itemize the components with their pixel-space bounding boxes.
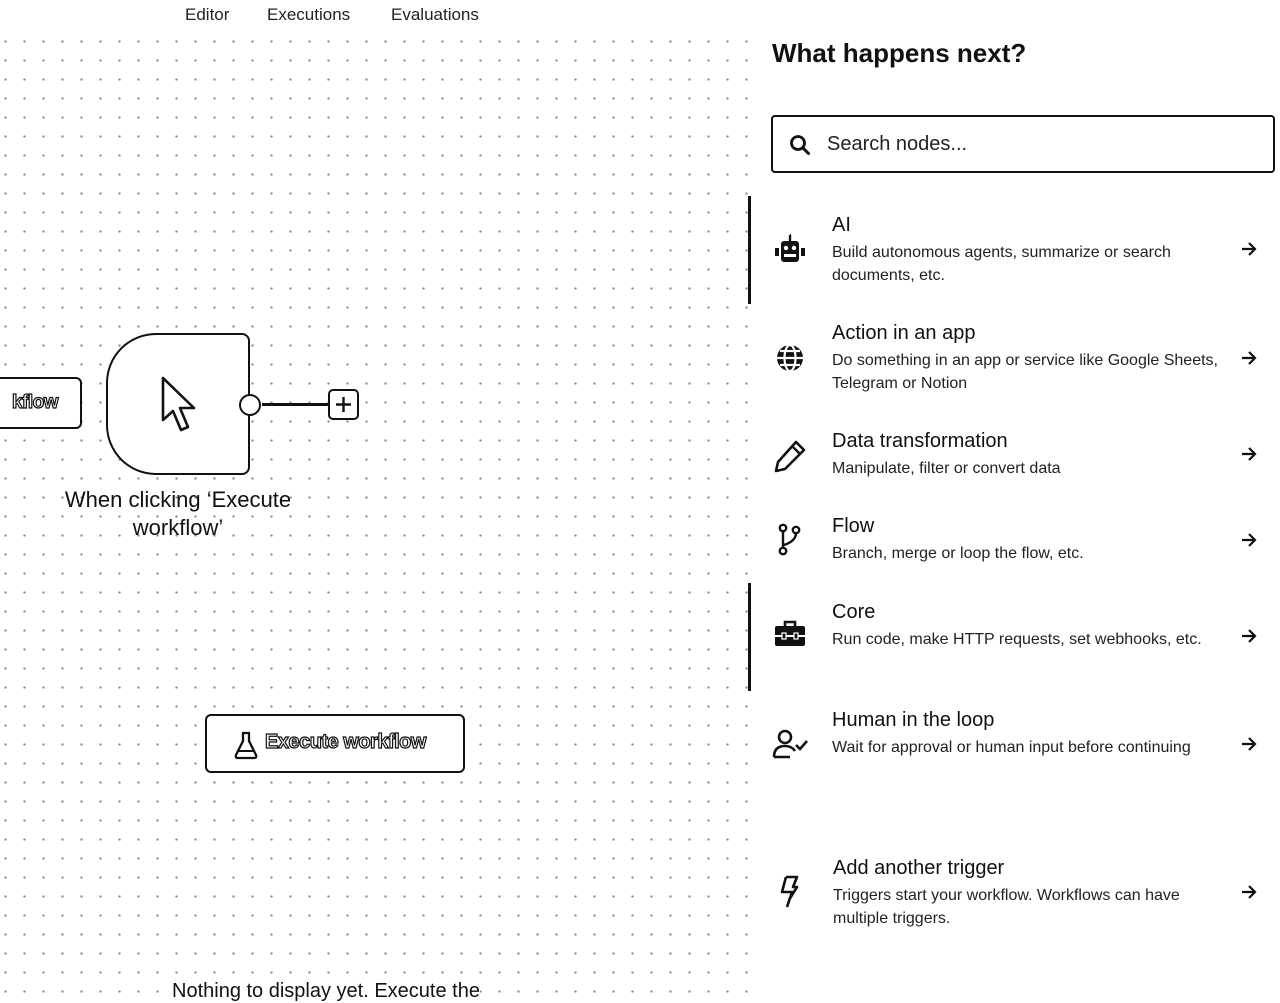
arrow-right-icon [1242, 351, 1257, 365]
output-handle[interactable] [239, 394, 261, 416]
tab-evaluations[interactable]: Evaluations [391, 5, 479, 25]
bolt-icon [780, 875, 799, 908]
category-title: Core [832, 601, 876, 623]
category-core-bar [748, 583, 751, 691]
category-title: AI [832, 214, 851, 236]
category-action-in-app[interactable]: Action in an app Do something in an app … [750, 322, 1280, 402]
trigger-node-label: When clicking ‘Execute workflow’ [64, 487, 292, 540]
category-core[interactable]: Core Run code, make HTTP requests, set w… [748, 583, 1280, 691]
panel-title: What happens next? [772, 38, 1027, 68]
category-description: Run code, make HTTP requests, set webhoo… [832, 631, 1202, 648]
trigger-title: Add another trigger [833, 857, 1005, 879]
user-check-icon [772, 729, 808, 759]
arrow-right-icon [1242, 885, 1257, 899]
category-ai-bar [748, 196, 751, 304]
arrow-right-icon [1242, 629, 1257, 643]
execute-workflow-label: Execute workflow [264, 730, 427, 753]
search-input[interactable] [827, 129, 1257, 159]
flask-icon [234, 731, 258, 760]
execute-workflow-button[interactable]: Execute workflow [205, 714, 465, 773]
partial-node[interactable]: kflow [0, 377, 82, 429]
arrow-right-icon [1242, 447, 1257, 461]
add-another-trigger[interactable]: Add another trigger Triggers start your … [750, 857, 1280, 937]
trigger-description: Triggers start your workflow. Workflows … [833, 887, 1180, 927]
workflow-tabs: Editor Executions Evaluations [0, 0, 740, 30]
category-title: Action in an app [832, 322, 976, 344]
connector-line [262, 403, 330, 406]
category-title: Human in the loop [832, 709, 995, 731]
arrow-right-icon [1242, 242, 1257, 256]
category-description: Branch, merge or loop the flow, etc. [832, 545, 1084, 562]
search-icon [790, 135, 810, 155]
category-description: Manipulate, filter or convert data [832, 460, 1061, 477]
category-description: Wait for approval or human input before … [832, 739, 1191, 756]
pen-icon [774, 440, 806, 473]
empty-output-message: Nothing to display yet. Execute the [172, 980, 480, 1003]
cursor-icon [161, 376, 196, 432]
code-branch-icon [778, 523, 801, 556]
toolbox-icon [775, 620, 805, 646]
category-description: Do something in an app or service like G… [832, 352, 1218, 392]
manual-trigger-node[interactable] [106, 333, 250, 475]
arrow-right-icon [1242, 737, 1257, 751]
robot-icon [775, 234, 805, 262]
category-title: Data transformation [832, 430, 1008, 452]
arrow-right-icon [1242, 533, 1257, 547]
category-description: Build autonomous agents, summarize or se… [832, 244, 1171, 284]
add-node-button[interactable] [328, 389, 359, 420]
search-box[interactable] [771, 115, 1275, 173]
tab-executions[interactable]: Executions [267, 5, 350, 25]
category-data-transformation[interactable]: Data transformation Manipulate, filter o… [750, 430, 1280, 490]
category-title: Flow [832, 515, 875, 537]
category-ai[interactable]: AI Build autonomous agents, summarize or… [748, 196, 1280, 304]
plus-icon [336, 397, 351, 412]
globe-icon [777, 343, 803, 373]
category-flow[interactable]: Flow Branch, merge or loop the flow, etc… [750, 515, 1280, 575]
node-creator-panel: What happens next? AI Build autonomous a… [748, 0, 1280, 996]
tab-editor[interactable]: Editor [185, 5, 229, 25]
category-human-in-the-loop[interactable]: Human in the loop Wait for approval or h… [750, 709, 1280, 789]
